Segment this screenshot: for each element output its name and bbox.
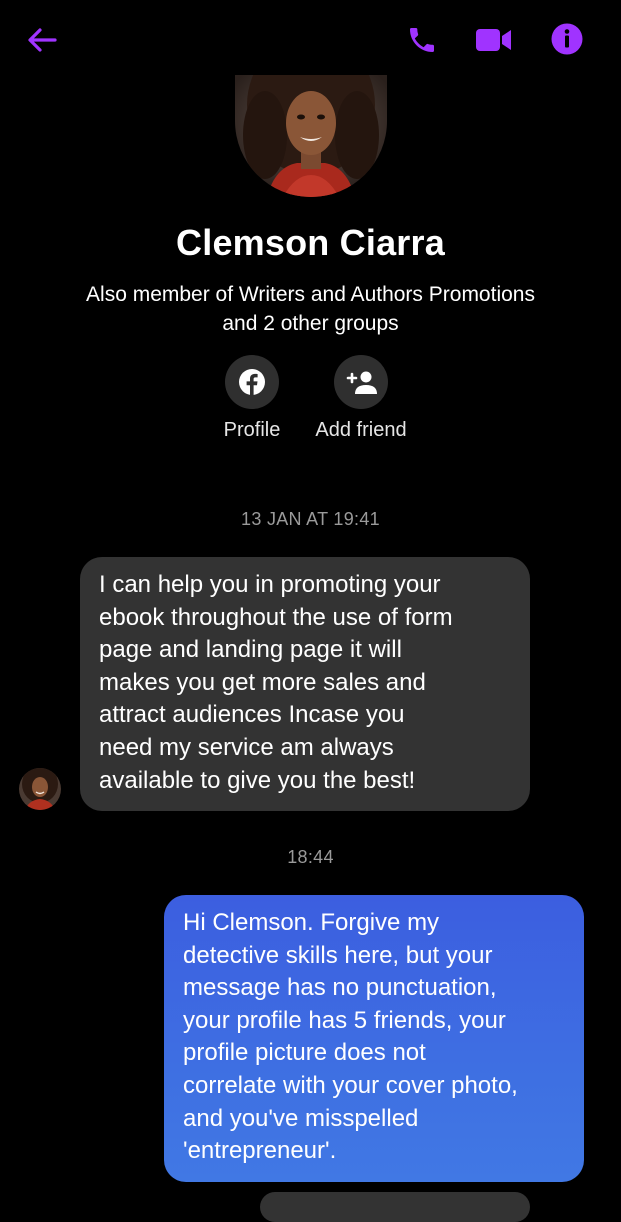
info-icon: [551, 23, 583, 55]
message-line: need my service am always: [99, 733, 394, 761]
message-line: 'entrepreneur'.: [183, 1137, 337, 1165]
message-line: page and landing page it will: [99, 636, 402, 664]
contact-name: Clemson Ciarra: [176, 222, 445, 263]
contact-avatar: [235, 75, 387, 197]
add-friend-label: Add friend: [315, 419, 407, 441]
message-line: and you've misspelled: [183, 1104, 419, 1132]
profile-circle[interactable]: [225, 355, 279, 409]
profile-label: Profile: [223, 419, 281, 441]
groups-line-2: and 2 other groups: [222, 312, 399, 335]
message-line: Hi Clemson. Forgive my: [183, 909, 440, 936]
message-line: your profile has 5 friends, your: [183, 1006, 506, 1034]
add-friend-circle[interactable]: [334, 355, 388, 409]
incoming-message-bubble-partial[interactable]: [260, 1192, 530, 1222]
back-button[interactable]: [22, 20, 62, 60]
message-line: profile picture does not: [183, 1039, 426, 1067]
info-button[interactable]: [546, 18, 588, 60]
message-line: I can help you in promoting your: [99, 571, 441, 598]
message-timestamp: 13 JAN AT 19:41: [241, 509, 380, 529]
incoming-message-bubble[interactable]: I can help you in promoting your ebook t…: [80, 557, 530, 811]
groups-line-1: Also member of Writers and Authors Promo…: [86, 283, 535, 306]
message-line: attract audiences Incase you: [99, 701, 405, 729]
group-membership-text: Also member of Writers and Authors Promo…: [30, 280, 591, 338]
phone-icon: [410, 28, 434, 52]
add-friend-button[interactable]: Add friend: [300, 355, 422, 442]
message-timestamp: 18:44: [287, 847, 334, 867]
sender-avatar[interactable]: [19, 768, 61, 810]
outgoing-message-bubble[interactable]: Hi Clemson. Forgive my detective skills …: [164, 895, 584, 1182]
top-bar: [0, 0, 621, 80]
arrow-left-icon: [28, 28, 57, 52]
add-person-icon: [346, 371, 377, 394]
video-call-button[interactable]: [472, 20, 516, 60]
call-button[interactable]: [402, 20, 442, 60]
profile-button[interactable]: Profile: [212, 355, 292, 442]
message-line: makes you get more sales and: [99, 668, 426, 696]
message-line: detective skills here, but your: [183, 941, 493, 969]
facebook-icon: [239, 369, 265, 395]
video-camera-icon: [476, 29, 511, 51]
message-line: correlate with your cover photo,: [183, 1071, 518, 1099]
message-line: available to give you the best!: [99, 766, 416, 794]
message-line: ebook throughout the use of form: [99, 603, 453, 631]
message-line: message has no punctuation,: [183, 974, 497, 1002]
